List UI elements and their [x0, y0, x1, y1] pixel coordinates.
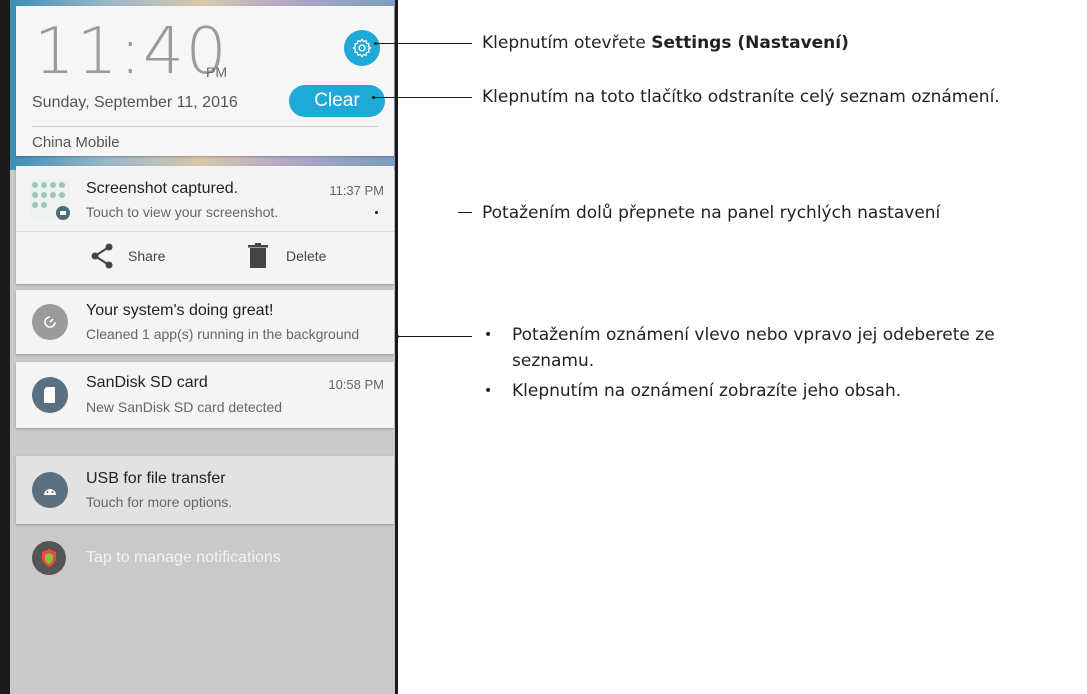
gear-icon — [352, 38, 372, 58]
carrier-label: China Mobile — [32, 134, 120, 151]
quick-pointer-dot — [375, 211, 378, 214]
clear-pointer-line — [374, 97, 472, 98]
settings-pointer-line — [376, 43, 472, 44]
clock-time: 11:40 — [34, 15, 229, 89]
manage-notifications[interactable]: Tap to manage notifications — [32, 540, 281, 576]
notification-title: SanDisk SD card — [86, 374, 208, 391]
clear-button[interactable]: Clear — [289, 85, 385, 117]
android-icon — [32, 472, 68, 508]
notif-pointer-line — [398, 336, 472, 337]
annotation-settings-bold: Settings (Nastavení) — [651, 33, 849, 53]
annotation-clear: Klepnutím na toto tlačítko odstraníte ce… — [482, 87, 1000, 107]
header-card: 11:40 PM Sunday, September 11, 2016 Clea… — [16, 6, 394, 156]
notification-time: 11:37 PM — [329, 183, 384, 198]
boost-icon — [32, 304, 68, 340]
notification-usb[interactable]: USB for file transfer Touch for more opt… — [16, 456, 394, 524]
notification-system[interactable]: Your system's doing great! Cleaned 1 app… — [16, 290, 394, 354]
annotation-settings: Klepnutím otevřete Settings (Nastavení) — [482, 33, 849, 53]
share-label: Share — [128, 248, 166, 264]
notification-divider — [16, 231, 394, 232]
delete-action[interactable]: Delete — [248, 242, 326, 270]
sd-card-icon — [32, 377, 68, 413]
annotation-bullet: Potažením oznámení vlevo nebo vpravo jej… — [482, 322, 1082, 374]
trash-icon — [248, 243, 268, 268]
share-action[interactable]: Share — [90, 242, 165, 270]
notification-subtitle: New SanDisk SD card detected — [86, 399, 283, 415]
annotation-quick: Potažením dolů přepnete na panel rychlýc… — [482, 203, 941, 223]
notification-subtitle: Touch to view your screenshot. — [86, 204, 279, 220]
notification-subtitle: Cleaned 1 app(s) running in the backgrou… — [86, 326, 360, 342]
screenshot-thumbnail-icon — [30, 180, 70, 220]
date-label: Sunday, September 11, 2016 — [32, 94, 238, 111]
shield-icon — [32, 541, 66, 575]
notification-title: USB for file transfer — [86, 470, 226, 487]
annotation-bullet: Klepnutím na oznámení zobrazíte jeho obs… — [482, 378, 1082, 404]
settings-button[interactable] — [344, 30, 380, 66]
quick-pointer-line — [458, 212, 472, 213]
phone-notification-panel: 11:40 PM Sunday, September 11, 2016 Clea… — [0, 0, 398, 694]
header-divider — [32, 126, 378, 127]
annotation-settings-prefix: Klepnutím otevřete — [482, 33, 652, 53]
manage-label: Tap to manage notifications — [86, 549, 281, 566]
share-icon — [91, 243, 113, 269]
notification-title: Screenshot captured. — [86, 180, 239, 197]
clock-ampm: PM — [206, 64, 227, 80]
notification-sdcard[interactable]: SanDisk SD card 10:58 PM New SanDisk SD … — [16, 362, 394, 428]
delete-label: Delete — [286, 248, 327, 264]
notification-title: Your system's doing great! — [86, 302, 274, 319]
notification-subtitle: Touch for more options. — [86, 494, 233, 510]
notification-time: 10:58 PM — [328, 377, 384, 392]
notification-screenshot[interactable]: Screenshot captured. 11:37 PM Touch to v… — [16, 166, 394, 284]
annotation-bullets: Potažením oznámení vlevo nebo vpravo jej… — [482, 322, 1082, 404]
